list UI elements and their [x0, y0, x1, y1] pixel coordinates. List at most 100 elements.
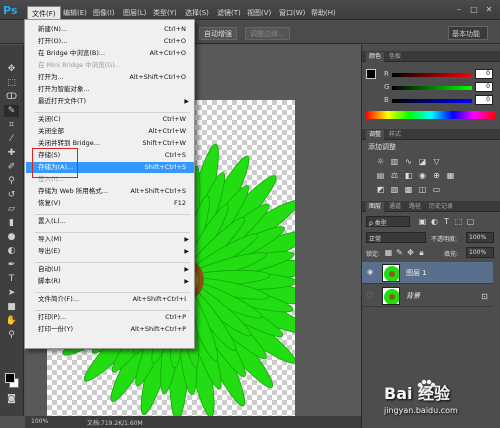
- file-menu-item[interactable]: 关闭(C) Ctrl+W: [26, 114, 194, 125]
- marquee-tool-icon[interactable]: ⬚: [4, 77, 19, 89]
- tab-history[interactable]: 历史记录: [426, 202, 456, 212]
- lasso-tool-icon[interactable]: ↀ: [4, 91, 19, 103]
- eyedropper-tool-icon[interactable]: ⁄: [4, 133, 19, 145]
- layer-name[interactable]: 图层 1: [406, 268, 427, 278]
- shape-tool-icon[interactable]: ■: [4, 301, 19, 313]
- lock-position-icon[interactable]: ✥: [406, 248, 415, 257]
- zoom-level[interactable]: 100%: [31, 418, 48, 425]
- workspace-select[interactable]: 基本功能: [448, 26, 488, 40]
- refine-edge-button[interactable]: 调整边缘...: [245, 27, 290, 40]
- layer-name[interactable]: 背景: [406, 291, 420, 301]
- foreground-color-swatch[interactable]: [5, 373, 15, 383]
- lock-all-icon[interactable]: 🔒︎: [417, 248, 426, 257]
- quick-selection-tool-icon[interactable]: ✎: [4, 105, 19, 117]
- layer-row[interactable]: ◉ 图层 1: [362, 262, 493, 284]
- file-menu-item[interactable]: 置入(L)...: [26, 216, 194, 227]
- lock-image-icon[interactable]: ✎: [395, 248, 404, 257]
- quick-mask-icon[interactable]: ◙: [4, 393, 19, 405]
- color-spectrum-ramp[interactable]: [366, 111, 496, 119]
- type-filter-icon[interactable]: T: [442, 217, 451, 226]
- pixel-filter-icon[interactable]: ▣: [418, 217, 427, 226]
- visibility-toggle-icon[interactable]: ▢: [365, 291, 375, 301]
- file-menu-item[interactable]: 脚本(R) ▶: [26, 276, 194, 287]
- file-menu-item[interactable]: 新建(N)... Ctrl+N: [26, 24, 194, 35]
- layer-kind-filter[interactable]: ρ 类型: [366, 216, 410, 227]
- type-tool-icon[interactable]: T: [4, 273, 19, 285]
- color-lookup-icon[interactable]: ▦: [446, 171, 455, 180]
- clone-stamp-tool-icon[interactable]: ⚲: [4, 175, 19, 187]
- file-menu-item[interactable]: 打开(O)... Ctrl+O: [26, 36, 194, 47]
- slider-red[interactable]: R 0: [384, 69, 499, 80]
- menu-view[interactable]: 视图(V): [243, 6, 275, 20]
- red-gradient[interactable]: [392, 73, 472, 77]
- file-menu-item[interactable]: 在 Bridge 中浏览(B)... Alt+Ctrl+O: [26, 48, 194, 59]
- tab-adjustments[interactable]: 调整: [366, 130, 385, 140]
- menu-file[interactable]: 文件(F): [27, 6, 61, 20]
- tab-color[interactable]: 颜色: [366, 52, 385, 62]
- selective-color-icon[interactable]: ◫: [418, 185, 427, 194]
- menu-edit[interactable]: 编辑(E): [59, 6, 91, 20]
- zoom-tool-icon[interactable]: ⚲: [4, 329, 19, 341]
- fill-input[interactable]: 100%: [466, 247, 494, 258]
- pen-tool-icon[interactable]: ✒: [4, 259, 19, 271]
- lock-transparent-icon[interactable]: ▦: [384, 248, 393, 257]
- file-menu-item[interactable]: 关闭全部 Alt+Ctrl+W: [26, 126, 194, 137]
- smart-object-filter-icon[interactable]: ▢: [466, 217, 475, 226]
- menu-filter[interactable]: 滤镜(T): [213, 6, 245, 20]
- move-tool-icon[interactable]: ✥: [4, 63, 19, 75]
- file-menu-item[interactable]: 在 Mini Bridge 中浏览(G)...: [26, 60, 194, 71]
- invert-icon[interactable]: ◩: [376, 185, 385, 194]
- file-menu-item[interactable]: 打印(P)... Ctrl+P: [26, 312, 194, 323]
- menu-window[interactable]: 窗口(W): [275, 6, 309, 20]
- black-white-icon[interactable]: ◧: [404, 171, 413, 180]
- path-selection-tool-icon[interactable]: ➤: [4, 287, 19, 299]
- auto-enhance-checkbox[interactable]: 自动增强: [199, 27, 237, 40]
- maximize-icon[interactable]: □: [468, 4, 480, 15]
- red-value[interactable]: 0: [475, 69, 493, 79]
- layer-row[interactable]: ▢ 背景 ⊡: [362, 285, 493, 307]
- tab-channels[interactable]: 通道: [386, 202, 404, 212]
- green-value[interactable]: 0: [475, 82, 493, 92]
- file-menu-item[interactable]: 最近打开文件(T) ▶: [26, 96, 194, 107]
- hue-saturation-icon[interactable]: ▤: [376, 171, 385, 180]
- brush-tool-icon[interactable]: ✐: [4, 161, 19, 173]
- adjustment-filter-icon[interactable]: ◐: [430, 217, 439, 226]
- blend-mode-select[interactable]: 正常: [366, 232, 426, 243]
- file-menu-item[interactable]: 存储为 Web 所用格式... Alt+Shift+Ctrl+S: [26, 186, 194, 197]
- file-menu-item[interactable]: 文件简介(F)... Alt+Shift+Ctrl+I: [26, 294, 194, 305]
- file-menu-item[interactable]: 打开为... Alt+Shift+Ctrl+O: [26, 72, 194, 83]
- shape-filter-icon[interactable]: ⬚: [454, 217, 463, 226]
- minimize-icon[interactable]: –: [453, 4, 465, 15]
- tab-paths[interactable]: 路径: [406, 202, 424, 212]
- healing-brush-tool-icon[interactable]: ✚: [4, 147, 19, 159]
- eraser-tool-icon[interactable]: ▱: [4, 203, 19, 215]
- dodge-tool-icon[interactable]: ◐: [4, 245, 19, 257]
- green-gradient[interactable]: [392, 86, 472, 90]
- menu-help[interactable]: 帮助(H): [307, 6, 340, 20]
- tab-layers[interactable]: 图层: [366, 202, 385, 212]
- eye-icon[interactable]: ◉: [365, 268, 375, 278]
- channel-mixer-icon[interactable]: ⊕: [432, 171, 441, 180]
- menu-select[interactable]: 选择(S): [181, 6, 213, 20]
- menu-image[interactable]: 图像(I): [89, 6, 119, 20]
- blur-tool-icon[interactable]: ●: [4, 231, 19, 243]
- opacity-input[interactable]: 100%: [466, 232, 494, 243]
- file-menu-item[interactable]: 导出(E) ▶: [26, 246, 194, 257]
- photo-filter-icon[interactable]: ◉: [418, 171, 427, 180]
- file-menu-item[interactable]: 打开为智能对象...: [26, 84, 194, 95]
- menu-layer[interactable]: 图层(L): [119, 6, 150, 20]
- curves-icon[interactable]: ∿: [404, 157, 413, 166]
- exposure-icon[interactable]: ◪: [418, 157, 427, 166]
- blue-gradient[interactable]: [392, 99, 472, 103]
- posterize-icon[interactable]: ▨: [390, 185, 399, 194]
- blue-value[interactable]: 0: [475, 95, 493, 105]
- tab-swatches[interactable]: 色板: [386, 52, 404, 62]
- menu-type[interactable]: 类型(Y): [149, 6, 181, 20]
- file-menu-item[interactable]: 恢复(V) F12: [26, 198, 194, 209]
- levels-icon[interactable]: ▥: [390, 157, 399, 166]
- history-brush-tool-icon[interactable]: ↺: [4, 189, 19, 201]
- hand-tool-icon[interactable]: ✋: [4, 315, 19, 327]
- brightness-icon[interactable]: ☼: [376, 157, 385, 166]
- slider-green[interactable]: G 0: [384, 82, 499, 93]
- slider-blue[interactable]: B 0: [384, 95, 499, 106]
